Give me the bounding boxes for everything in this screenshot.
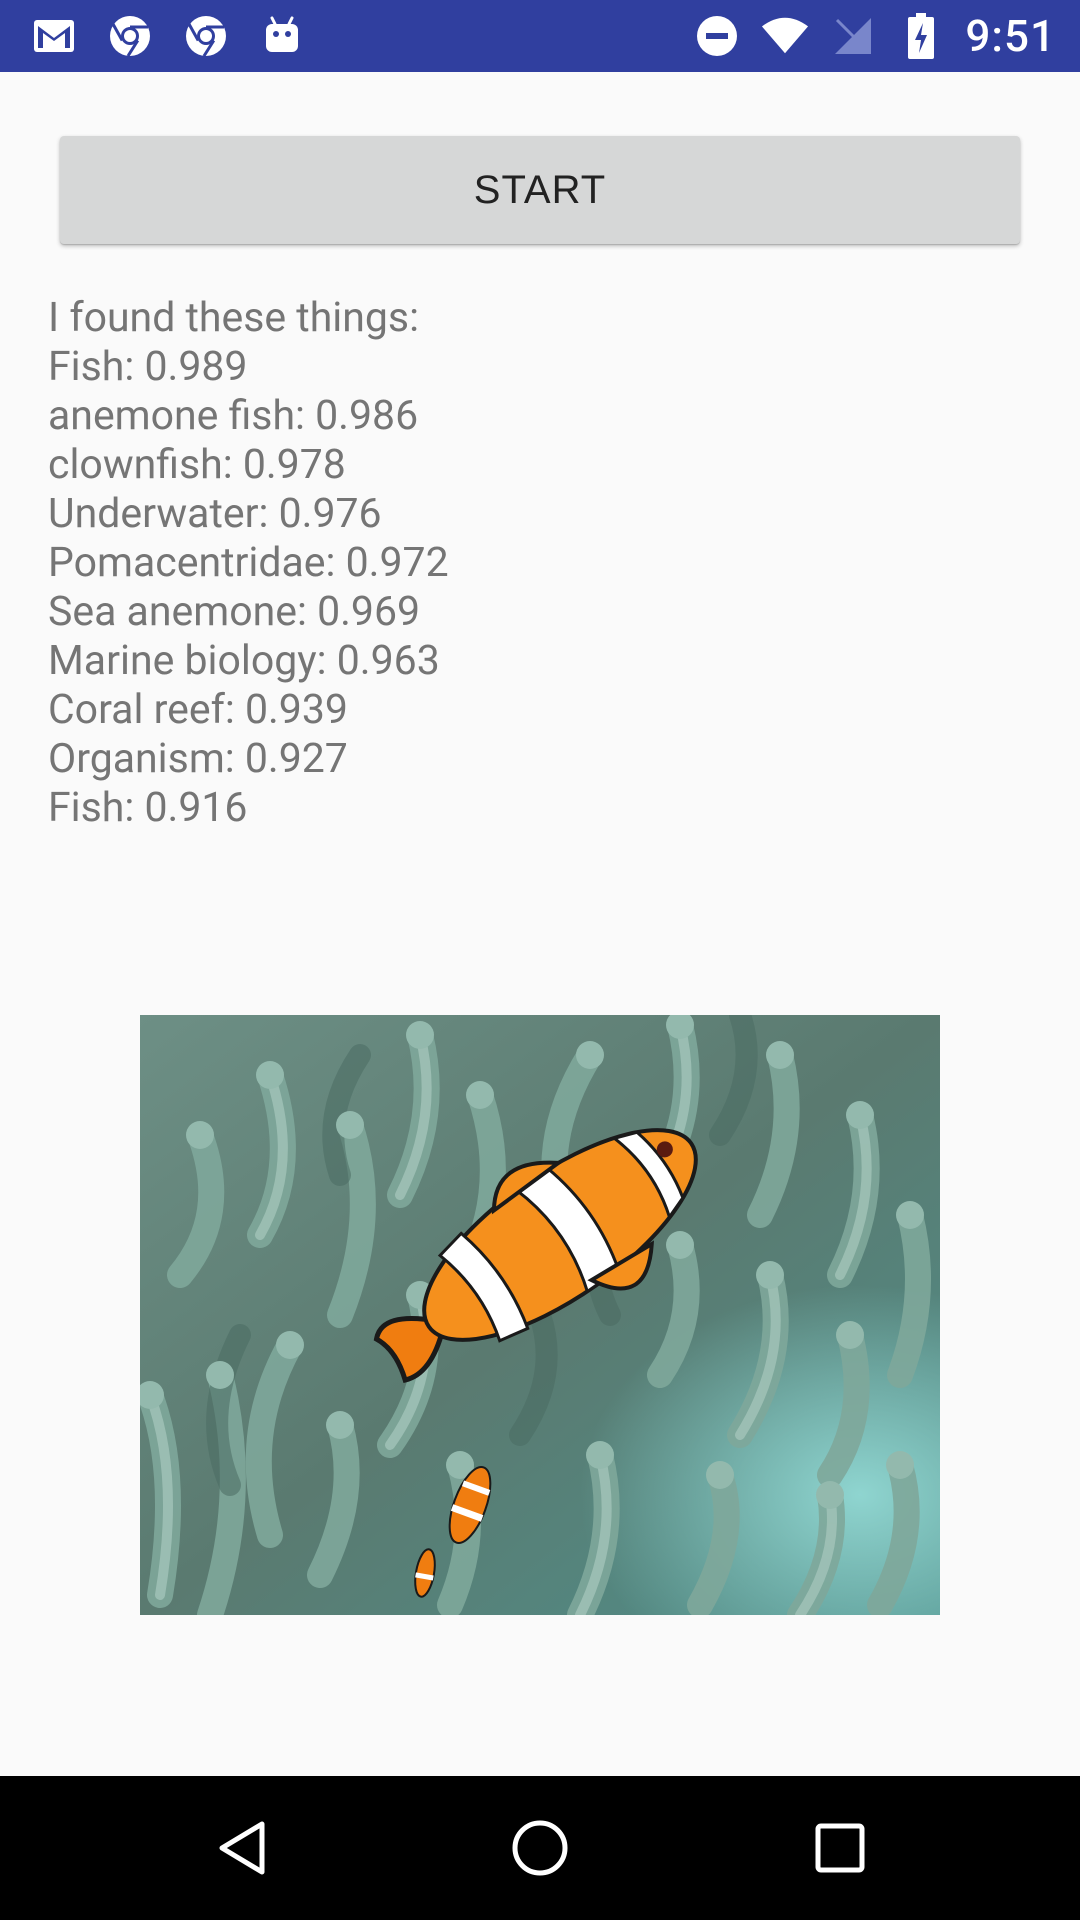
no-signal-icon: [829, 12, 877, 60]
recents-icon[interactable]: [792, 1800, 888, 1896]
back-icon[interactable]: [194, 1800, 290, 1896]
battery-charging-icon: [897, 12, 945, 60]
results-text: I found these things: Fish: 0.989 anemon…: [48, 294, 948, 833]
result-item: anemone fish: 0.986: [48, 392, 419, 440]
result-item: Marine biology: 0.963: [48, 637, 440, 685]
chrome-icon: [106, 12, 154, 60]
result-item: clownfish: 0.978: [48, 441, 346, 489]
clock: 9:51: [965, 10, 1056, 62]
result-item: Fish: 0.989: [48, 343, 248, 391]
results-heading: I found these things:: [48, 294, 420, 342]
android-icon: [258, 12, 306, 60]
chrome-icon: [182, 12, 230, 60]
system-status-icons: 9:51: [693, 10, 1056, 62]
do-not-disturb-icon: [693, 12, 741, 60]
result-item: Fish: 0.916: [48, 784, 248, 832]
result-item: Pomacentridae: 0.972: [48, 539, 449, 587]
result-item: Underwater: 0.976: [48, 490, 382, 538]
navigation-bar: [0, 1776, 1080, 1920]
notification-icons: [30, 12, 306, 60]
wifi-icon: [761, 12, 809, 60]
clownfish-photo: [140, 1015, 940, 1615]
result-item: Sea anemone: 0.969: [48, 588, 421, 636]
result-item: Coral reef: 0.939: [48, 686, 348, 734]
result-item: Organism: 0.927: [48, 735, 348, 783]
start-button[interactable]: START: [60, 136, 1020, 244]
home-icon[interactable]: [492, 1800, 588, 1896]
status-bar: 9:51: [0, 0, 1080, 72]
gmail-icon: [30, 12, 78, 60]
